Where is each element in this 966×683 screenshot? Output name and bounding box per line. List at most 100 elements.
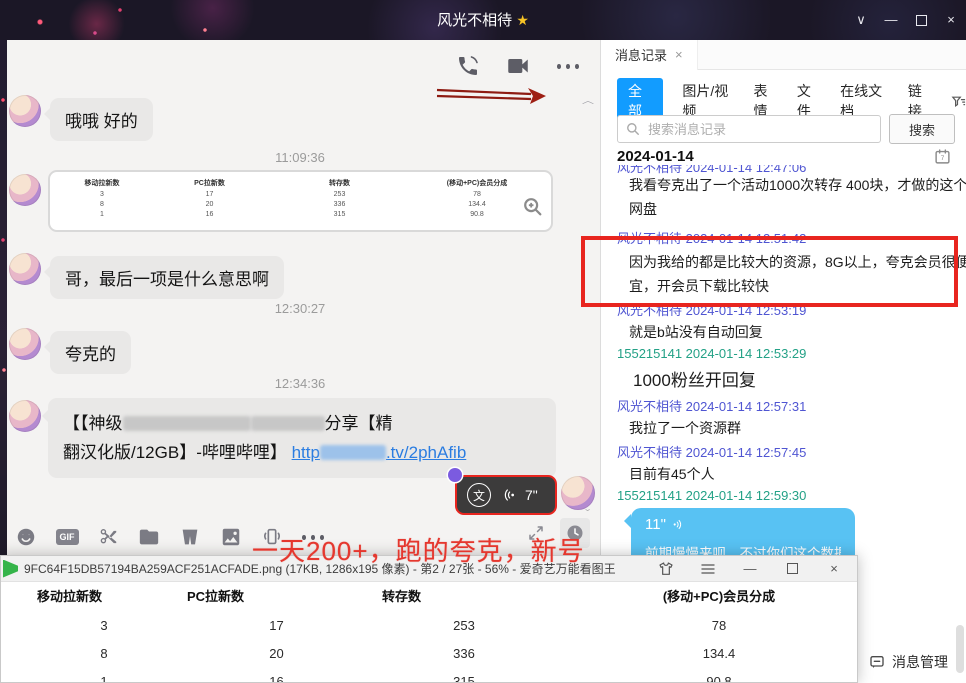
chevron-down-icon: ⌄	[583, 504, 592, 513]
history-message: 宜，开会员下载比较快	[629, 276, 769, 296]
redaction-blur	[320, 445, 386, 460]
chat-input-toolbar: GIF	[0, 518, 600, 556]
chat-message: 哦哦 好的	[50, 98, 153, 141]
send-image-button[interactable]	[217, 523, 245, 551]
image-message-table-thumbnail[interactable]: 移动拉新数 PC拉新数 转存数 (移动+PC)会员分成 31725378 820…	[48, 170, 553, 232]
phone-icon	[456, 54, 480, 78]
more-button[interactable]	[554, 52, 582, 80]
message-history-button[interactable]	[560, 518, 590, 548]
close-button[interactable]: ×	[936, 0, 966, 40]
history-search: 搜索	[617, 114, 955, 144]
more-icon	[557, 64, 561, 69]
shirt-icon	[658, 561, 674, 577]
history-item-header: 风光不相待 2024-01-14 12:53:19	[617, 300, 806, 319]
voice-badge-icon	[448, 468, 462, 482]
search-input[interactable]	[646, 121, 872, 138]
speaker-waves-icon	[672, 518, 685, 531]
video-call-button[interactable]	[504, 52, 532, 80]
calendar-icon[interactable]: 7	[934, 148, 951, 165]
gif-button[interactable]: GIF	[53, 523, 81, 551]
clock-icon	[565, 523, 585, 543]
toolbar-more-button[interactable]	[299, 523, 327, 551]
image-icon	[220, 526, 242, 548]
message-timestamp: 11:09:36	[0, 150, 600, 165]
shake-phone-icon	[261, 526, 283, 548]
toolbar-right	[522, 518, 590, 548]
avatar[interactable]	[9, 95, 41, 127]
collapse-chevron-icon[interactable]: ︿	[582, 95, 594, 107]
image-viewer-window: 9FC64F15DB57194BA259ACF251ACFADE.png (17…	[0, 555, 858, 683]
history-message: 因为我给的都是比较大的资源，8G以上，夸克会员很便	[629, 252, 966, 272]
history-message: 我看夸克出了一个活动1000次转存 400块，才做的这个	[629, 175, 966, 195]
tab-close-icon[interactable]: ×	[675, 47, 683, 62]
search-button[interactable]: 搜索	[889, 114, 955, 144]
avatar[interactable]	[9, 174, 41, 206]
history-message: 网盘	[629, 199, 657, 219]
viewer-table: 移动拉新数 PC拉新数 转存数 (移动+PC)会员分成 31725378 820…	[29, 586, 857, 682]
history-message: 1000粉丝开回复	[633, 366, 756, 391]
voice-message-bubble[interactable]: 文 7"	[455, 475, 557, 515]
history-item-header: 风光不相待 2024-01-14 12:51:42	[617, 228, 806, 247]
capture-icon	[179, 526, 201, 548]
voice-call-button[interactable]	[454, 52, 482, 80]
file-button[interactable]	[135, 523, 163, 551]
viewer-image-area[interactable]: 移动拉新数 PC拉新数 转存数 (移动+PC)会员分成 31725378 820…	[1, 582, 857, 682]
viewer-minimize-button[interactable]: —	[729, 557, 771, 581]
thumbnail-table: 移动拉新数 PC拉新数 转存数 (移动+PC)会员分成 31725378 820…	[62, 178, 517, 218]
maximize-icon	[916, 15, 927, 26]
history-tabbar: 消息记录 ×	[601, 40, 966, 70]
filter-funnel-icon[interactable]	[951, 93, 966, 110]
voice-duration: 11"	[645, 516, 666, 533]
history-item-header: 风光不相待 2024-01-14 12:57:45	[617, 442, 806, 461]
search-box[interactable]	[617, 115, 881, 143]
redaction-blur	[123, 416, 251, 431]
expand-arrows-icon	[527, 524, 545, 542]
emoji-button[interactable]	[12, 523, 40, 551]
history-message: 目前有45个人	[629, 464, 715, 484]
viewer-maximize-button[interactable]	[771, 557, 813, 581]
message-manager-icon	[869, 654, 885, 670]
history-item-header: 155215141 2024-01-14 12:59:30	[617, 488, 806, 503]
history-message: 我拉了一个资源群	[629, 418, 741, 438]
capture-button[interactable]	[176, 523, 204, 551]
history-item-header: 155215141 2024-01-14 12:53:29	[617, 346, 806, 361]
scrollbar-thumb[interactable]	[956, 625, 964, 673]
viewer-titlebar[interactable]: 9FC64F15DB57194BA259ACF251ACFADE.png (17…	[1, 556, 857, 582]
magnifier-icon[interactable]	[522, 196, 544, 218]
window-dropdown-button[interactable]: ∨	[846, 0, 876, 40]
maximize-icon	[787, 563, 798, 574]
hamburger-menu-icon	[700, 562, 716, 576]
message-link[interactable]: http.tv/2phAfib	[292, 443, 467, 462]
avatar[interactable]	[9, 400, 41, 432]
avatar[interactable]	[9, 328, 41, 360]
redaction-blur	[251, 416, 325, 431]
window-controls: ∨ — ×	[846, 0, 966, 40]
viewer-close-button[interactable]: ×	[813, 557, 855, 581]
message-timestamp: 12:30:27	[0, 301, 600, 316]
scissors-icon	[97, 526, 119, 548]
viewer-menu-button[interactable]	[687, 557, 729, 581]
window-shake-button[interactable]	[258, 523, 286, 551]
tab-message-history[interactable]: 消息记录 ×	[601, 40, 698, 70]
history-item-header: 风光不相待 2024-01-14 12:57:31	[617, 396, 806, 415]
message-manager-button[interactable]: 消息管理	[869, 652, 948, 672]
expand-chat-button[interactable]	[522, 519, 550, 547]
gif-icon: GIF	[56, 529, 79, 545]
window-titlebar: 风光不相待 ★ ∨ — ×	[0, 0, 966, 40]
minimize-button[interactable]: —	[876, 0, 906, 40]
screenshot-button[interactable]	[94, 523, 122, 551]
chat-message: 夸克的	[50, 331, 131, 374]
background-edge	[0, 40, 7, 555]
skin-button[interactable]	[645, 557, 687, 581]
folder-icon	[138, 526, 160, 548]
history-date-row: 2024-01-14 7	[617, 148, 951, 165]
viewer-controls: — ×	[645, 557, 855, 581]
history-message: 就是b站没有自动回复	[629, 322, 763, 342]
translate-icon[interactable]: 文	[467, 483, 491, 507]
smiley-icon	[15, 526, 37, 548]
avatar[interactable]	[9, 253, 41, 285]
maximize-button[interactable]	[906, 0, 936, 40]
star-icon: ★	[516, 12, 529, 28]
message-timestamp: 12:34:36	[0, 376, 600, 391]
voice-duration: 7"	[525, 487, 538, 503]
